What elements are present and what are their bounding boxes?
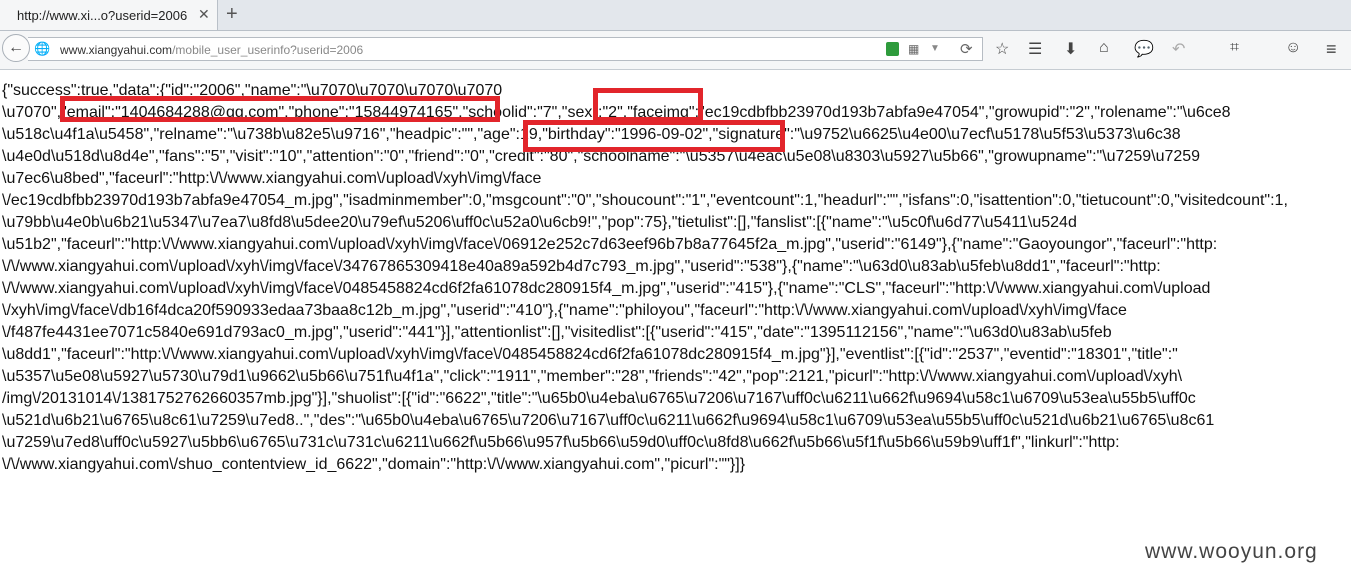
undo-icon[interactable]: ↶: [1172, 39, 1185, 59]
response-line: \/xyh\/img\/face\/db16f4dca20f590933edaa…: [2, 302, 1127, 319]
chat-icon[interactable]: 💬: [1134, 39, 1154, 59]
highlight-sex: [593, 88, 703, 122]
download-icon[interactable]: ⬇: [1064, 39, 1077, 59]
url-text[interactable]: www.xiangyahui.com/mobile_user_userinfo?…: [60, 43, 363, 57]
highlight-age-birthday: [523, 120, 785, 152]
browser-tab[interactable]: http://www.xi...o?userid=2006 ✕: [0, 0, 218, 30]
back-arrow-icon: ←: [8, 39, 24, 56]
tab-strip: http://www.xi...o?userid=2006 ✕ +: [0, 0, 1351, 31]
close-tab-icon[interactable]: ✕: [198, 6, 210, 23]
globe-icon: 🌐: [34, 41, 51, 56]
response-line: \/\/www.xiangyahui.com\/upload\/xyh\/img…: [2, 258, 1161, 275]
crop-icon[interactable]: ⌗: [1230, 39, 1239, 57]
home-icon[interactable]: ⌂: [1099, 39, 1109, 57]
navigation-bar: 🌐 www.xiangyahui.com/mobile_user_userinf…: [0, 31, 1351, 70]
response-line: \u8dd1","faceurl":"http:\/\/www.xiangyah…: [2, 346, 1178, 363]
url-path: /mobile_user_userinfo?userid=2006: [172, 43, 364, 57]
dropdown-icon[interactable]: ▼: [930, 43, 940, 54]
response-line: \/\/www.xiangyahui.com\/shuo_contentview…: [2, 456, 746, 473]
response-line: \u79bb\u4e0b\u6b21\u5347\u7ea7\u8fd8\u5d…: [2, 214, 1077, 231]
shield-icon[interactable]: [886, 42, 899, 56]
new-tab-icon[interactable]: +: [226, 3, 238, 26]
url-bar[interactable]: 🌐 www.xiangyahui.com/mobile_user_userinf…: [28, 37, 983, 61]
response-line: \u51b2","faceurl":"http:\/\/www.xiangyah…: [2, 236, 1218, 253]
smiley-icon[interactable]: ☺: [1285, 39, 1301, 57]
response-line: \/f487fe4431ee7071c5840e691d793ac0_m.jpg…: [2, 324, 1112, 341]
response-line: \u7ec6\u8bed","faceurl":"http:\/\/www.xi…: [2, 170, 542, 187]
bookmark-star-icon[interactable]: ☆: [995, 39, 1009, 59]
url-host: www.xiangyahui.com: [60, 43, 173, 57]
back-button[interactable]: ←: [2, 34, 30, 62]
response-line: /img\/20131014\/1381752762660357mb.jpg"}…: [2, 390, 1196, 407]
response-line: \u7259\u7ed8\uff0c\u5927\u5bb6\u6765\u73…: [2, 434, 1120, 451]
reading-list-icon[interactable]: ☰: [1028, 39, 1042, 59]
response-line: \u521d\u6b21\u6765\u8c61\u7259\u7ed8..",…: [2, 412, 1215, 429]
menu-icon[interactable]: ≡: [1326, 39, 1337, 60]
reload-icon[interactable]: ⟳: [960, 40, 973, 58]
response-line: \u5357\u5e08\u5927\u5730\u79d1\u9662\u5b…: [2, 368, 1183, 385]
qr-code-icon[interactable]: ▦: [908, 42, 919, 56]
highlight-email-phone: [60, 96, 500, 122]
response-line: \/ec19cdbfbb23970d193b7abfa9e47054_m.jpg…: [2, 192, 1288, 209]
tab-title: http://www.xi...o?userid=2006: [17, 8, 188, 23]
watermark: www.wooyun.org: [1145, 540, 1318, 563]
response-line: \/\/www.xiangyahui.com\/upload\/xyh\/img…: [2, 280, 1211, 297]
